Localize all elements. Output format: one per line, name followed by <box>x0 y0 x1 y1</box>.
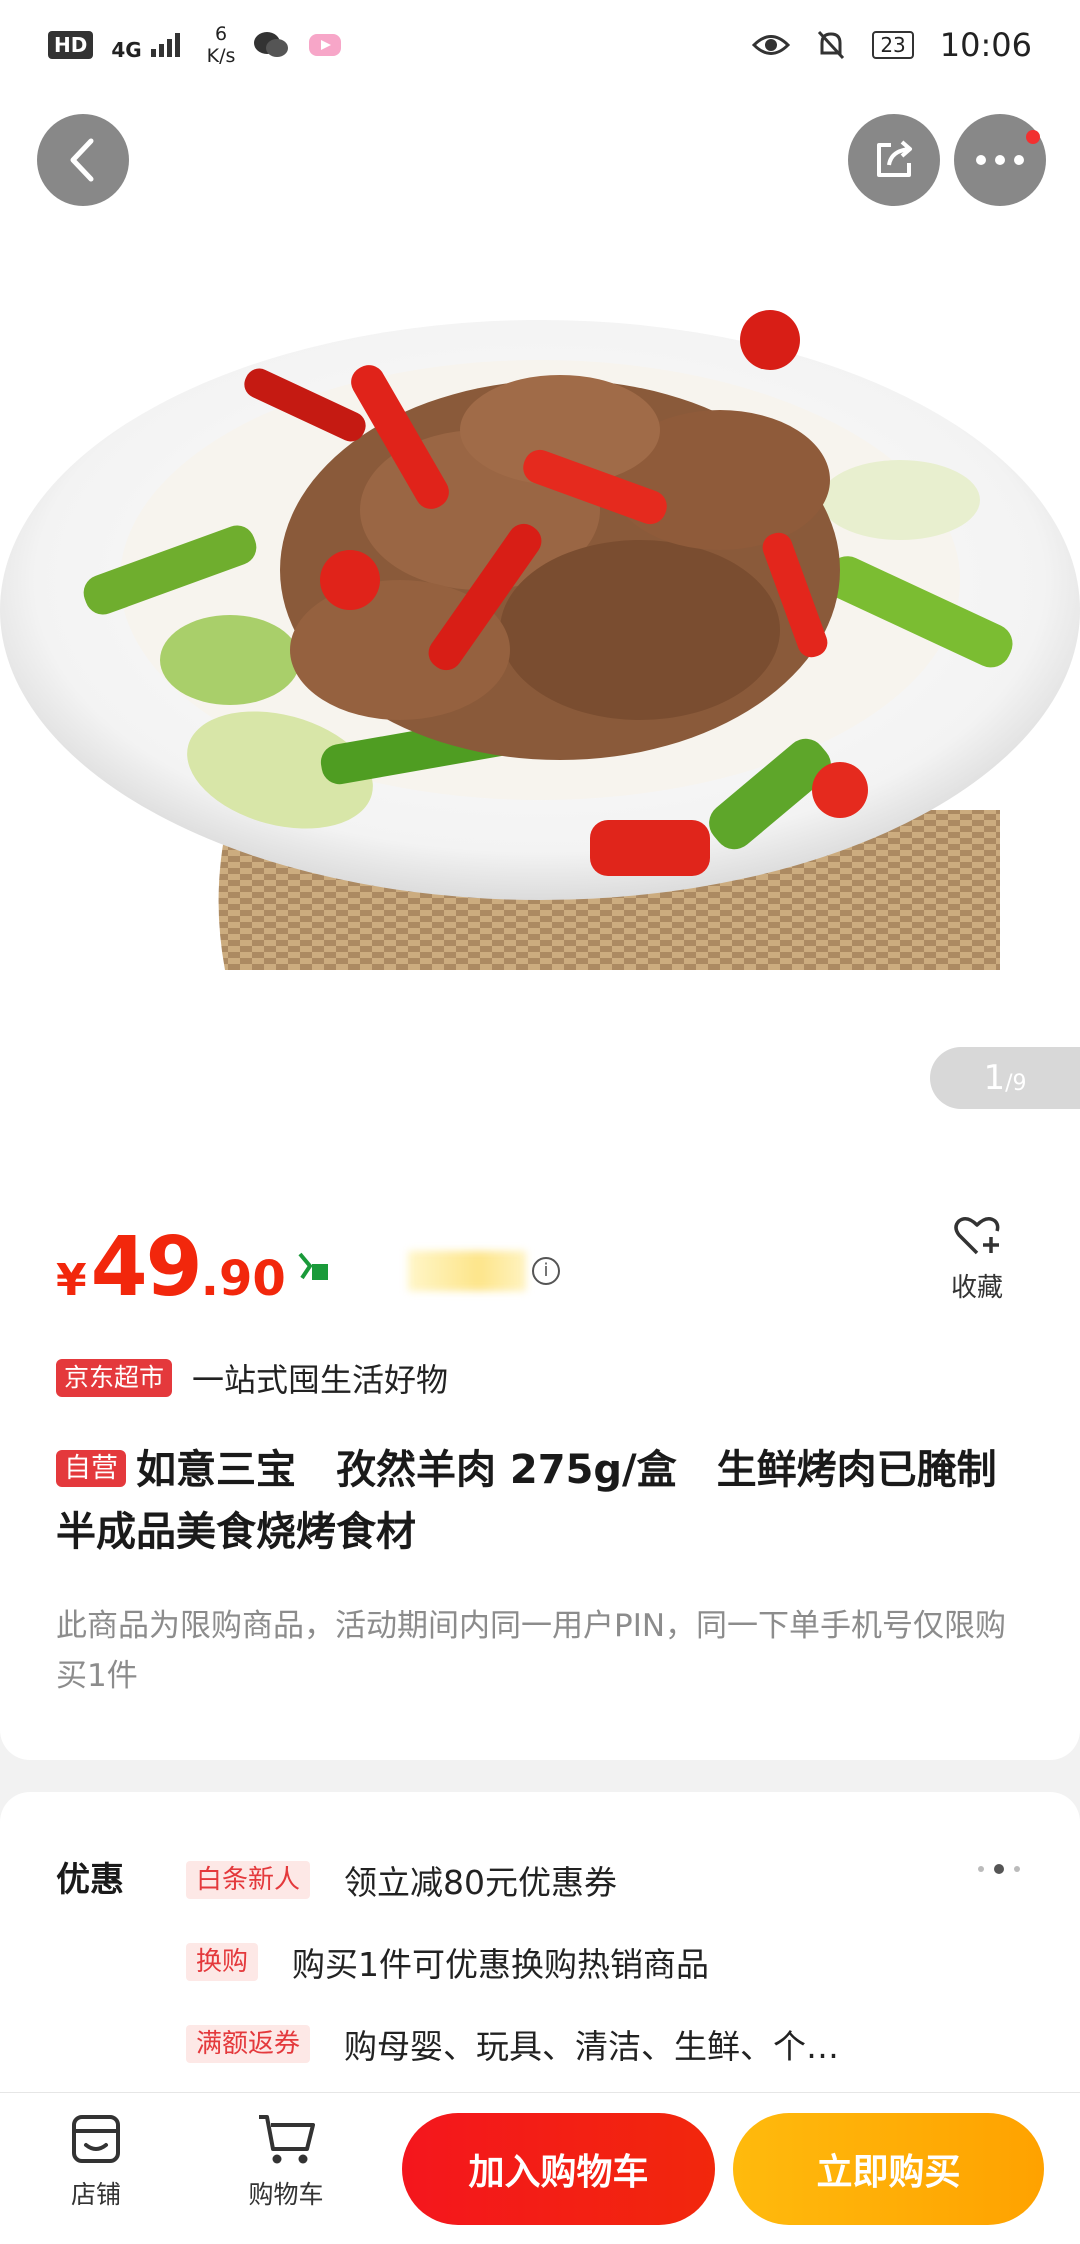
product-gallery[interactable]: HD 4G 6 K/s 23 10:06 1 /9 <box>0 0 1080 1165</box>
pager-current: 1 <box>983 1058 1006 1098</box>
wechat-icon <box>254 32 289 57</box>
favorite-label: 收藏 <box>950 1273 1003 1303</box>
status-bar: HD 4G 6 K/s 23 10:06 <box>0 0 1080 90</box>
info-icon[interactable]: i <box>532 1257 560 1285</box>
battery-level: 23 <box>880 33 906 57</box>
purchase-limit-note: 此商品为限购商品，活动期间内同一用户PIN，同一下单手机号仅限购买1件 <box>56 1608 1007 1694</box>
more-dots-icon <box>976 155 1024 165</box>
store-button[interactable]: 店铺 <box>36 2111 156 2211</box>
price-currency: ¥ <box>56 1255 87 1306</box>
bell-off-icon <box>818 30 845 60</box>
product-info-card: ¥ 49 .90 i 收藏 京东超市 一站式囤生活好物 自营 如意三宝 孜然羊肉 … <box>0 1165 1080 1760</box>
signal-icon: 4G <box>111 31 188 60</box>
more-promotions-dots[interactable] <box>978 1864 1020 1874</box>
add-to-cart-button[interactable]: 加入购物车 <box>402 2113 715 2225</box>
bottom-action-bar: 店铺 购物车 加入购物车 立即购买 <box>0 2092 1080 2244</box>
self-operated-tag: 自营 <box>56 1450 126 1487</box>
blurred-price-label <box>408 1251 526 1291</box>
store-row[interactable]: 京东超市 一站式囤生活好物 <box>56 1355 448 1401</box>
pager-total: /9 <box>1005 1070 1027 1096</box>
product-title: 自营 如意三宝 孜然羊肉 275g/盒 生鲜烤肉已腌制半成品美食烧烤食材 <box>56 1439 1026 1563</box>
product-title-text: 如意三宝 孜然羊肉 275g/盒 生鲜烤肉已腌制半成品美食烧烤食材 <box>56 1447 997 1555</box>
promotions-card[interactable]: 优惠 白条新人 领立减80元优惠券 换购 购买1件可优惠换购热销商品 满额返券 … <box>0 1792 1080 2092</box>
heart-plus-icon <box>954 1217 1000 1255</box>
promo-tag: 白条新人 <box>186 1861 311 1899</box>
notification-dot <box>1026 130 1040 144</box>
store-icon <box>72 2115 120 2163</box>
promo-item[interactable]: 白条新人 领立减80元优惠券 <box>186 1856 617 1904</box>
net-speed: 6 K/s <box>207 23 236 67</box>
store-label: 店铺 <box>70 2180 121 2209</box>
eye-icon <box>752 35 791 55</box>
back-button[interactable] <box>37 114 129 206</box>
promo-text: 购母婴、玩具、清洁、生鲜、个… <box>344 2027 840 2066</box>
promo-item[interactable]: 换购 购买1件可优惠换购热销商品 <box>186 1938 709 1986</box>
network-type: 4G <box>111 37 142 62</box>
battery-indicator: 23 <box>872 31 914 59</box>
net-speed-value: 6 <box>214 23 228 45</box>
cart-label: 购物车 <box>248 2180 324 2209</box>
plus-price-icon <box>298 1252 328 1280</box>
promo-text: 购买1件可优惠换购热销商品 <box>292 1945 710 1984</box>
store-tag: 京东超市 <box>56 1359 173 1397</box>
promotions-label: 优惠 <box>56 1860 124 1900</box>
more-button[interactable] <box>954 114 1046 206</box>
promo-tag: 换购 <box>186 1943 259 1981</box>
video-app-icon <box>309 34 342 56</box>
cart-icon <box>259 2115 315 2164</box>
share-button[interactable] <box>848 114 940 206</box>
price-decimal: .90 <box>200 1251 286 1307</box>
chevron-left-icon <box>70 138 94 182</box>
hd-badge: HD <box>48 31 94 59</box>
gallery-pager: 1/9 <box>930 1047 1080 1109</box>
promo-tag: 满额返券 <box>186 2025 311 2063</box>
favorite-button[interactable]: 收藏 <box>938 1215 1016 1304</box>
price-integer: 49 <box>90 1220 203 1315</box>
product-image <box>0 310 1080 970</box>
store-slogan: 一站式囤生活好物 <box>192 1361 449 1399</box>
cart-button[interactable]: 购物车 <box>226 2111 346 2211</box>
promo-item[interactable]: 满额返券 购母婴、玩具、清洁、生鲜、个… <box>186 2020 839 2068</box>
net-speed-unit: K/s <box>206 45 236 67</box>
price: ¥ 49 .90 <box>56 1220 286 1315</box>
buy-now-button[interactable]: 立即购买 <box>733 2113 1044 2225</box>
share-icon <box>877 140 912 177</box>
clock: 10:06 <box>939 26 1032 64</box>
promo-text: 领立减80元优惠券 <box>344 1863 618 1902</box>
